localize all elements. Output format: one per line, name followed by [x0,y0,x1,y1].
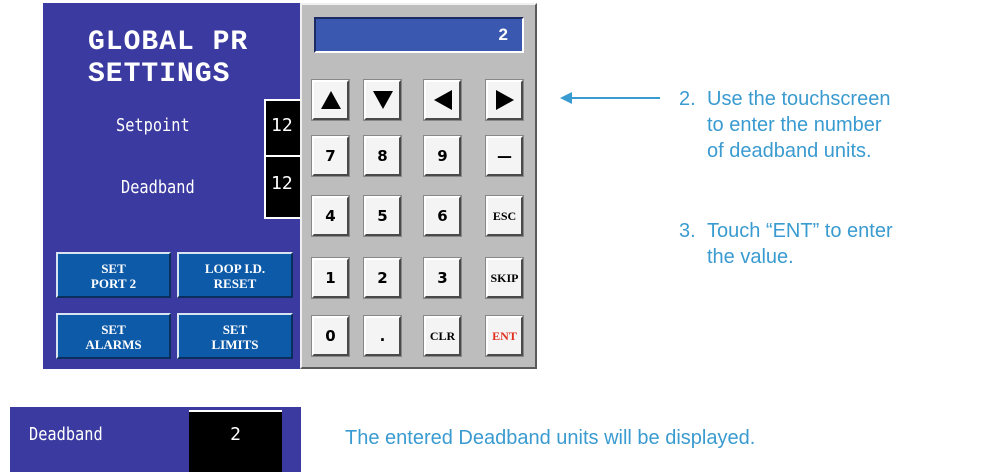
set-alarms-button[interactable]: SET ALARMS [56,313,171,359]
title-line-1: GLOBAL PR [88,27,249,58]
minus-key[interactable]: — [485,135,524,177]
key-7[interactable]: 7 [311,135,350,177]
set-limits-button[interactable]: SET LIMITS [177,313,293,359]
key-5[interactable]: 5 [363,195,402,237]
left-arrow-key[interactable] [423,79,462,121]
skip-key[interactable]: SKIP [485,257,524,299]
clr-key[interactable]: CLR [423,315,462,357]
button-label-line2: PORT 2 [90,276,137,291]
key-9[interactable]: 9 [423,135,462,177]
down-arrow-key[interactable] [363,79,402,121]
pointer-arrow-line [568,97,660,99]
left-arrow-icon [433,90,452,110]
step-3-note: 3. Touch “ENT” to enter the value. [679,218,893,270]
button-label-line1: SET [222,322,248,337]
esc-key[interactable]: ESC [485,195,524,237]
key-6[interactable]: 6 [423,195,462,237]
button-label-line1: SET [101,322,126,337]
key-3[interactable]: 3 [423,257,462,299]
key-1[interactable]: 1 [311,257,350,299]
numeric-keypad: 2 7 8 9 — 4 5 6 ESC 1 2 3 SKIP 0 . CLR E… [300,3,537,369]
deadband-label: Deadband [121,177,195,198]
setpoint-label: Setpoint [116,115,190,136]
right-arrow-key[interactable] [485,79,524,121]
result-deadband-label: Deadband [29,424,103,445]
screen-title: GLOBAL PR SETTINGS [88,27,248,91]
key-8[interactable]: 8 [363,135,402,177]
button-label-line2: RESET [213,276,257,291]
step-2-line-3: of deadband units. [707,140,872,162]
up-arrow-icon [320,91,341,109]
step-2-note: 2. Use the touchscreen to enter the numbe… [679,86,890,164]
step-2-line-1: Use the touchscreen [707,88,891,110]
result-caption: The entered Deadband units will be displ… [345,427,756,449]
result-deadband-value: 2 [189,410,282,472]
keypad-display: 2 [314,17,524,53]
loop-id-reset-button[interactable]: LOOP I.D. RESET [177,252,293,298]
title-line-2: SETTINGS [88,59,231,90]
step-2-number: 2. [679,88,696,110]
set-port-2-button[interactable]: SET PORT 2 [56,252,171,298]
button-label-line1: LOOP I.D. [204,261,266,276]
key-0[interactable]: 0 [311,315,350,357]
key-4[interactable]: 4 [311,195,350,237]
down-arrow-icon [372,91,393,109]
setpoint-value[interactable]: 12 [264,99,300,157]
step-3-line-1: Touch “ENT” to enter [707,220,893,242]
deadband-value[interactable]: 12 [264,155,300,219]
button-label-line2: LIMITS [211,337,259,352]
decimal-point-key[interactable]: . [363,315,402,357]
step-3-number: 3. [679,220,696,242]
up-arrow-key[interactable] [311,79,350,121]
right-arrow-icon [495,90,514,110]
deadband-result-strip: Deadband 2 [10,407,301,472]
button-label-line2: ALARMS [85,337,142,352]
ent-key[interactable]: ENT [485,315,524,357]
step-3-line-2: the value. [707,246,794,268]
key-2[interactable]: 2 [363,257,402,299]
button-label-line1: SET [101,261,126,276]
step-2-line-2: to enter the number [707,114,882,136]
